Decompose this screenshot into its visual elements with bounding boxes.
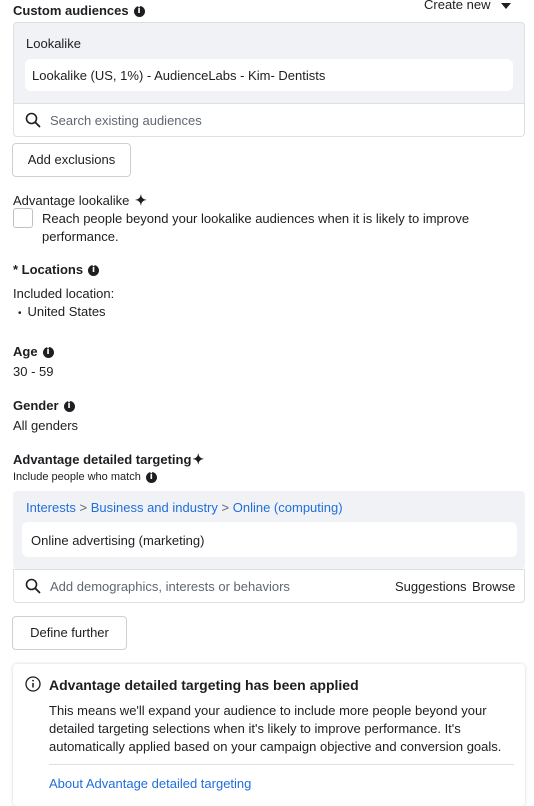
define-further-button[interactable]: Define further [12, 616, 127, 650]
advantage-lookalike-title: Advantage lookalike ✦ [13, 192, 147, 209]
sparkle-icon: ✦ [134, 192, 147, 208]
search-icon [25, 112, 41, 128]
advantage-lookalike-line2: performance. [42, 229, 119, 244]
advantage-lookalike-checkbox[interactable] [13, 208, 33, 228]
advantage-lookalike-title-text: Advantage lookalike [13, 193, 130, 208]
info-icon[interactable]: i [145, 471, 157, 483]
about-advantage-targeting-link[interactable]: About Advantage detailed targeting [49, 775, 251, 792]
browse-link[interactable]: Browse [472, 578, 515, 595]
breadcrumb-separator: > [79, 500, 88, 515]
detailed-targeting-title-text: Advantage detailed targeting [13, 452, 192, 467]
info-icon[interactable]: i [42, 347, 54, 359]
caret-down-icon [501, 2, 512, 9]
add-exclusions-button[interactable]: Add exclusions [12, 143, 131, 177]
notice-body-line3: automatically applied based on your camp… [49, 739, 502, 754]
age-title: Age i [13, 343, 54, 360]
detailed-targeting-subtitle-text: Include people who match [13, 471, 141, 483]
age-title-text: Age [13, 344, 38, 359]
targeting-search-placeholder: Add demographics, interests or behaviors [50, 579, 290, 594]
locations-title: * Locations i [13, 261, 100, 278]
custom-audiences-title: Custom audiences i [13, 2, 145, 19]
custom-audiences-title-text: Custom audiences [13, 3, 129, 18]
selected-interest-chip[interactable]: Online advertising (marketing) [22, 522, 517, 557]
info-icon[interactable]: i [63, 401, 75, 413]
age-value: 30 - 59 [13, 364, 54, 379]
breadcrumb-separator: > [221, 500, 230, 515]
create-new-dropdown[interactable]: Create new [424, 0, 512, 13]
breadcrumb-online-computing[interactable]: Online (computing) [233, 500, 343, 515]
info-icon[interactable]: i [88, 265, 100, 277]
create-new-label: Create new [424, 0, 491, 12]
gender-value: All genders [13, 418, 79, 433]
selected-audience-chip[interactable]: Lookalike (US, 1%) - AudienceLabs - Kim-… [25, 59, 513, 91]
info-icon[interactable]: i [133, 6, 145, 18]
selected-interest-label: Online advertising (marketing) [31, 533, 205, 548]
bullet-icon: • [18, 308, 22, 319]
locations-title-text: * Locations [13, 262, 84, 277]
notice-body-line1: This means we'll expand your audience to… [49, 703, 487, 718]
search-icon [25, 578, 41, 594]
sparkle-icon: ✦ [192, 451, 205, 467]
advantage-lookalike-description: Reach people beyond your lookalike audie… [42, 210, 512, 245]
included-location-label: Included location: [13, 286, 115, 301]
breadcrumb-business-industry[interactable]: Business and industry [91, 500, 218, 515]
gender-title: Gender i [13, 397, 75, 414]
info-outline-icon [25, 676, 41, 692]
lookalike-group-label: Lookalike [26, 36, 81, 51]
breadcrumb-interests[interactable]: Interests [26, 500, 76, 515]
notice-title: Advantage detailed targeting has been ap… [49, 677, 359, 693]
notice-divider [49, 764, 514, 765]
detailed-targeting-subtitle: Include people who match i [13, 470, 157, 484]
location-list-item: • United States [18, 303, 106, 322]
detailed-targeting-title: Advantage detailed targeting✦ [13, 451, 204, 468]
suggestions-link[interactable]: Suggestions [395, 578, 467, 595]
selected-audience-label: Lookalike (US, 1%) - AudienceLabs - Kim-… [32, 68, 326, 83]
notice-body: This means we'll expand your audience to… [49, 702, 501, 756]
location-name: United States [27, 304, 106, 319]
audience-search-placeholder: Search existing audiences [50, 113, 202, 128]
gender-title-text: Gender [13, 398, 59, 413]
targeting-search-field[interactable]: Add demographics, interests or behaviors… [13, 569, 525, 603]
advantage-lookalike-line1: Reach people beyond your lookalike audie… [42, 211, 470, 226]
targeting-breadcrumb: Interests > Business and industry > Onli… [26, 499, 343, 516]
audience-search-field[interactable]: Search existing audiences [13, 103, 525, 137]
notice-body-line2: detailed targeting selections when it's … [49, 721, 461, 736]
